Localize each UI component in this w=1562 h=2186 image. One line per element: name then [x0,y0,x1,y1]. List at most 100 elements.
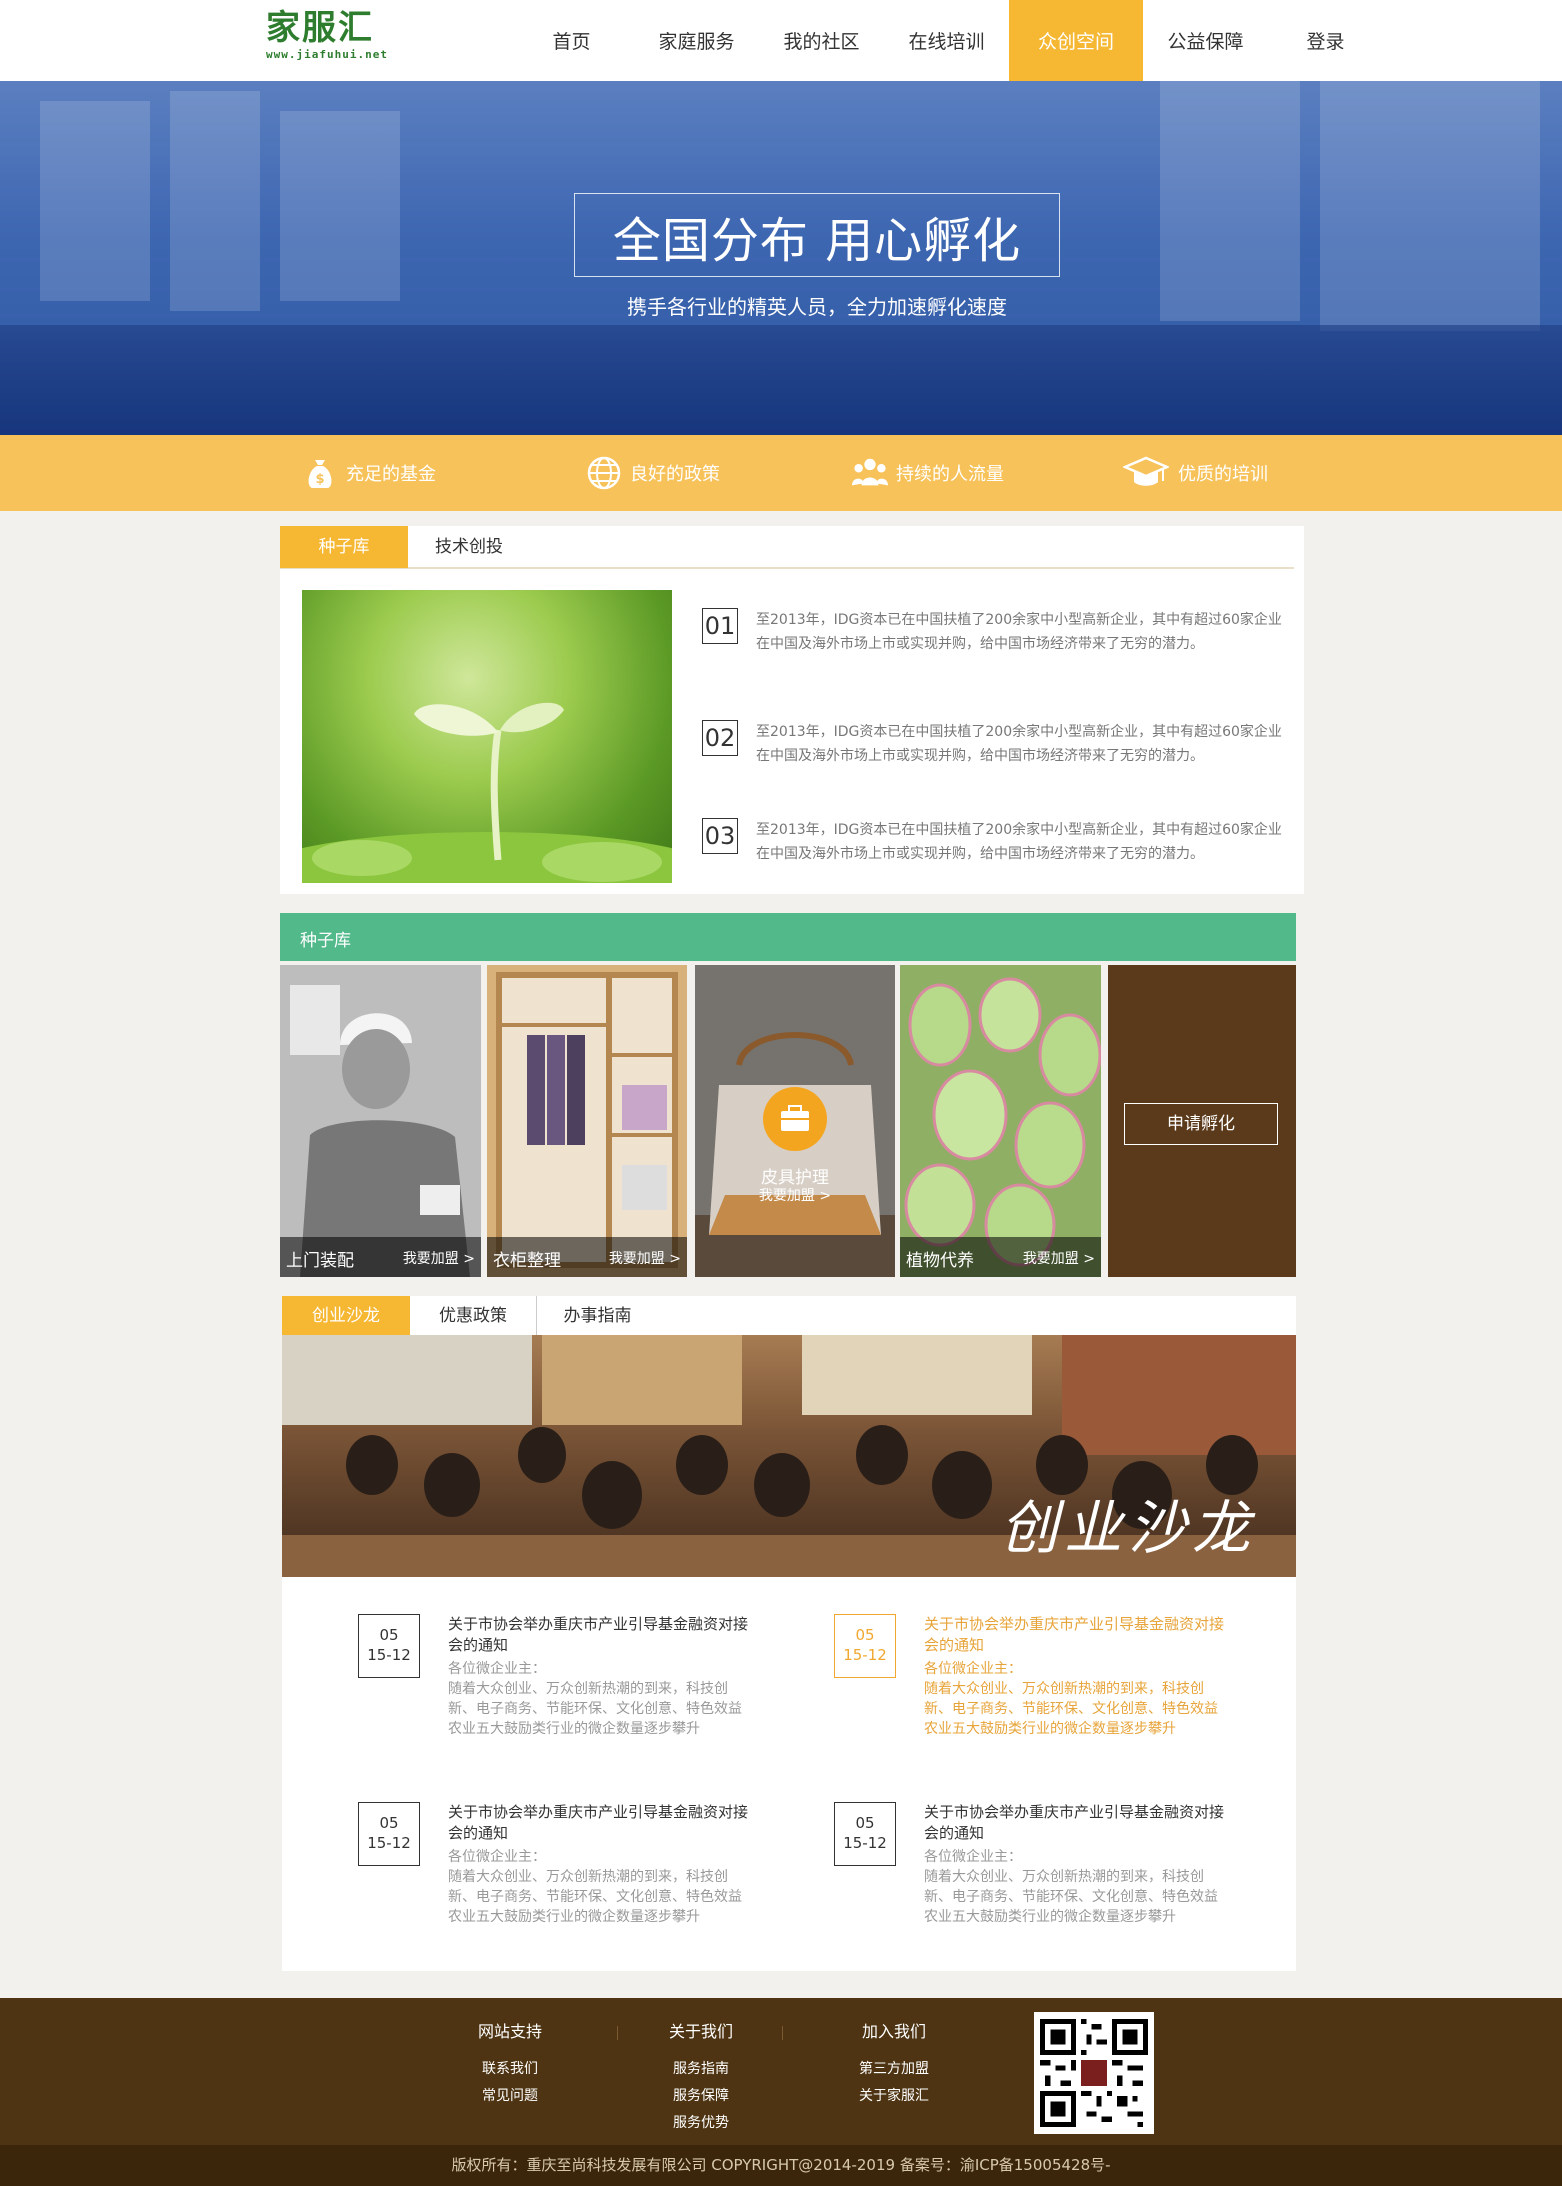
news-title[interactable]: 关于市协会举办重庆市产业引导基金融资对接会的通知 [448,1614,748,1656]
nav-home[interactable]: 首页 [509,0,634,81]
tab-seed-library[interactable]: 种子库 [280,526,408,568]
news-date: 05 15-12 [834,1614,896,1678]
copyright: 版权所有：重庆至尚科技发展有限公司 COPYRIGHT@2014-2019 备案… [0,2145,1562,2186]
hero-banner: 全国分布 用心孵化 携手各行业的精英人员，全力加速孵化速度 [0,81,1562,435]
nav-community[interactable]: 我的社区 [759,0,884,81]
tile-label: 上门装配 [286,1251,354,1271]
news-title[interactable]: 关于市协会举办重庆市产业引导基金融资对接会的通知 [924,1614,1224,1656]
news-month: 05 [855,1814,875,1832]
tile-label: 植物代养 [906,1251,974,1271]
footer-link[interactable]: 服务优势 [641,2110,761,2137]
news-desc: 各位微企业主： 随着大众创业、万众创新热潮的到来，科技创新、电子商务、节能环保、… [448,1661,742,1737]
tile-plant-care[interactable]: 植物代养 我要加盟 > [900,965,1101,1277]
tab-service-guide[interactable]: 办事指南 [536,1296,658,1335]
salon-card: 创业沙龙 优惠政策 办事指南 创业沙龙 05 15-12 关于市协会举办重庆市产… [282,1296,1296,1971]
footer-link[interactable]: 第三方加盟 [834,2056,954,2083]
item-text: 至2013年，IDG资本已在中国扶植了200余家中小型高新企业，其中有超过60家… [756,822,1282,862]
feature-training: 优质的培训 [1122,435,1268,511]
salon-tabs: 创业沙龙 优惠政策 办事指南 [282,1296,1296,1335]
feature-fund: $ 充足的基金 [302,435,436,511]
sprout-image [302,590,672,883]
join-link[interactable]: 我要加盟 > [1023,1248,1095,1268]
feature-policy: 良好的政策 [586,435,720,511]
gallery-header: 种子库 [280,913,1296,961]
globe-icon [586,455,622,491]
tile-leather-care[interactable]: 皮具护理 我要加盟 > [695,965,895,1277]
footer-col-title: 网站支持 [477,2022,542,2041]
news-month: 05 [855,1626,875,1644]
logo-text: 家服汇 [266,8,374,48]
news-date: 05 15-12 [358,1614,420,1678]
news-month: 05 [379,1626,399,1644]
footer-col-title: 加入我们 [861,2022,926,2041]
join-link[interactable]: 我要加盟 > [609,1248,681,1268]
news-day: 15-12 [367,1646,411,1664]
banner-title: 全国分布 用心孵化 [612,213,1022,269]
footer-col-about: 关于我们 服务指南 服务保障 服务优势 [641,2018,761,2137]
nav-online-training[interactable]: 在线培训 [884,0,1009,81]
seed-library-card: 种子库 技术创投 01 至2013年，IDG资本已在中国扶植了200余家中小型高… [280,526,1304,894]
feature-bar: $ 充足的基金 良好的政策 持续的人流量 优质的培训 [0,435,1562,511]
logo-url: www.jiafuhui.net [266,48,388,61]
svg-text:$: $ [315,472,324,487]
feature-label: 良好的政策 [630,464,720,485]
news-desc: 各位微企业主： 随着大众创业、万众创新热潮的到来，科技创新、电子商务、节能环保、… [924,1661,1218,1737]
tile-caption: 植物代养 我要加盟 > [900,1237,1101,1277]
people-icon [852,455,888,491]
news-date: 05 15-12 [834,1802,896,1866]
nav-login[interactable]: 登录 [1268,0,1383,81]
item-number: 03 [702,818,738,854]
tile-caption: 衣柜整理 我要加盟 > [487,1237,687,1277]
item-text: 至2013年，IDG资本已在中国扶植了200余家中小型高新企业，其中有超过60家… [756,724,1282,764]
banner-subtitle: 携手各行业的精英人员，全力加速孵化速度 [627,295,1007,319]
item-number: 01 [702,608,738,644]
news-day: 15-12 [843,1646,887,1664]
site-footer: 网站支持 联系我们 常见问题 关于我们 服务指南 服务保障 服务优势 加入我们 … [0,1998,1562,2145]
tile-caption: 上门装配 我要加盟 > [280,1237,481,1277]
footer-col-title: 关于我们 [668,2022,733,2041]
item-number: 02 [702,720,738,756]
news-desc: 各位微企业主： 随着大众创业、万众创新热潮的到来，科技创新、电子商务、节能环保、… [448,1849,742,1925]
salon-image: 创业沙龙 [282,1335,1296,1577]
nav-home-services[interactable]: 家庭服务 [634,0,759,81]
tile-assembly[interactable]: 上门装配 我要加盟 > [280,965,481,1277]
qr-code [1034,2012,1154,2134]
salon-banner-text: 创业沙龙 [999,1494,1256,1562]
item-text: 至2013年，IDG资本已在中国扶植了200余家中小型高新企业，其中有超过60家… [756,612,1282,652]
tab-startup-salon[interactable]: 创业沙龙 [282,1296,410,1335]
graduation-cap-icon [1122,455,1170,491]
tab-tech-venture[interactable]: 技术创投 [408,526,530,568]
gallery-title: 种子库 [300,931,351,951]
news-title[interactable]: 关于市协会举办重庆市产业引导基金融资对接会的通知 [448,1802,748,1844]
tile-label: 衣柜整理 [493,1251,561,1271]
nav-public-welfare[interactable]: 公益保障 [1143,0,1268,81]
news-day: 15-12 [843,1834,887,1852]
tile-wardrobe[interactable]: 衣柜整理 我要加盟 > [487,965,687,1277]
footer-col-join: 加入我们 第三方加盟 关于家服汇 [834,2018,954,2110]
apply-tile: 申请孵化 [1108,965,1296,1277]
footer-link[interactable]: 服务指南 [641,2056,761,2083]
footer-link[interactable]: 常见问题 [450,2083,570,2110]
news-title[interactable]: 关于市协会举办重庆市产业引导基金融资对接会的通知 [924,1802,1224,1844]
apply-incubation-button[interactable]: 申请孵化 [1124,1103,1278,1145]
footer-col-support: 网站支持 联系我们 常见问题 [450,2018,570,2110]
site-logo[interactable]: 家服汇 www.jiafuhui.net [266,8,396,68]
news-desc: 各位微企业主： 随着大众创业、万众创新热潮的到来，科技创新、电子商务、节能环保、… [924,1849,1218,1925]
news-date: 05 15-12 [358,1802,420,1866]
seed-tabs: 种子库 技术创投 [280,526,1294,569]
nav-maker-space[interactable]: 众创空间 [1009,0,1143,81]
money-bag-icon: $ [302,455,338,491]
footer-link[interactable]: 服务保障 [641,2083,761,2110]
footer-link[interactable]: 关于家服汇 [834,2083,954,2110]
feature-label: 持续的人流量 [896,464,1004,485]
news-month: 05 [379,1814,399,1832]
feature-traffic: 持续的人流量 [852,435,1004,511]
news-day: 15-12 [367,1834,411,1852]
footer-link[interactable]: 联系我们 [450,2056,570,2083]
main-nav: 首页 家庭服务 我的社区 在线培训 众创空间 公益保障 登录 [509,0,1383,81]
join-link[interactable]: 我要加盟 > [403,1248,475,1268]
feature-label: 充足的基金 [346,464,436,485]
briefcase-icon [763,1087,827,1151]
tab-preferential-policy[interactable]: 优惠政策 [410,1296,536,1335]
join-link[interactable]: 我要加盟 > [695,1185,895,1205]
